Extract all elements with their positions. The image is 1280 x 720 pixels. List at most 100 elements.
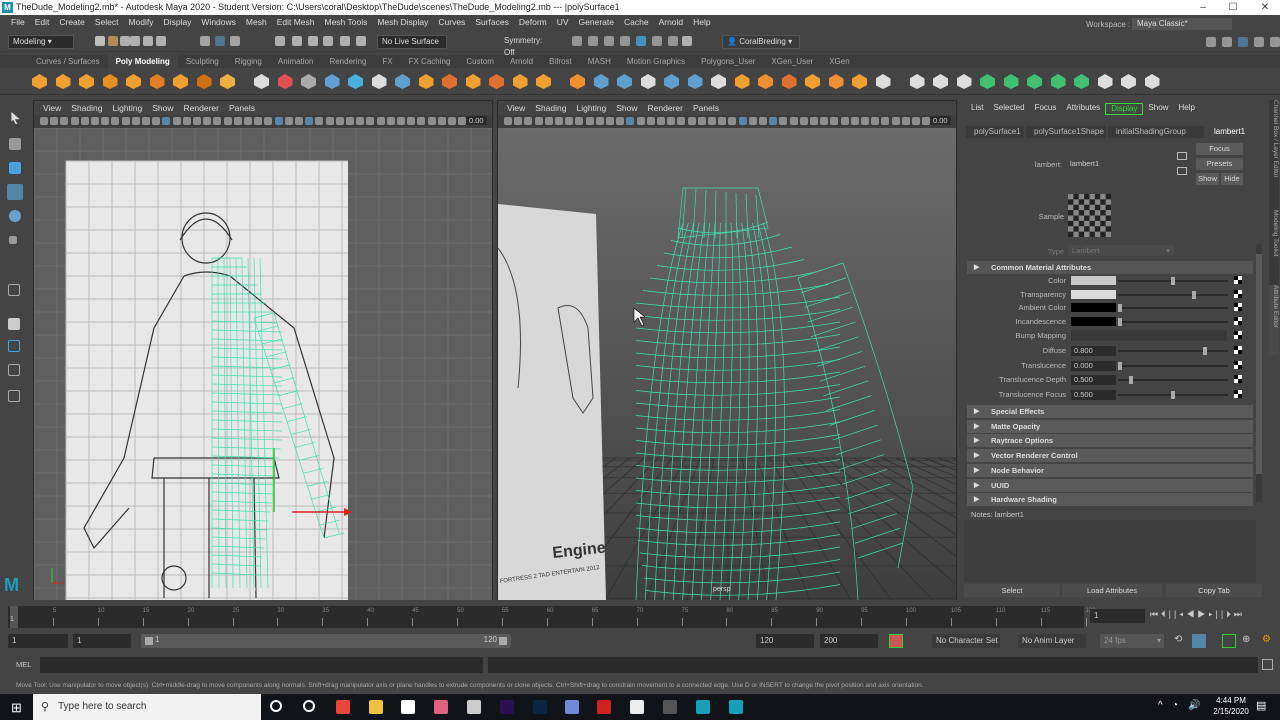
playback-start-field[interactable]: 1 (73, 634, 131, 648)
status-tool-icon[interactable] (356, 36, 366, 46)
shelf-tab[interactable]: Rendering (321, 55, 374, 68)
section-common-material-attributes[interactable]: Common Material Attributes (967, 261, 1253, 274)
status-tool-icon[interactable] (120, 36, 130, 46)
status-tool-icon[interactable] (652, 36, 662, 46)
network-icon[interactable]: ◔ (1172, 700, 1178, 711)
fps-dropdown[interactable]: 24 fps ▾ (1100, 634, 1164, 648)
character-set-dropdown[interactable]: No Character Set (932, 634, 1000, 648)
taskbar-app-icon[interactable] (336, 700, 350, 714)
shelf-tool-icon[interactable] (196, 74, 212, 89)
panel-toolbar-icon[interactable] (677, 117, 686, 125)
input-connection-icon[interactable] (1177, 152, 1187, 160)
sound-icon[interactable] (1222, 634, 1236, 648)
prefs-icon[interactable]: ⊕ (1242, 634, 1250, 645)
panel-menu-show[interactable]: Show (611, 101, 642, 115)
outliner-layout-icon[interactable] (8, 364, 20, 376)
command-input[interactable] (40, 657, 483, 673)
attr-scrollbar[interactable] (1256, 244, 1262, 502)
status-tool-icon[interactable] (1254, 37, 1264, 47)
status-tool-icon[interactable] (668, 36, 678, 46)
panel-toolbar-icon[interactable] (891, 117, 900, 125)
map-button-icon[interactable] (1234, 290, 1242, 298)
attr-tab-initialshadinggroup[interactable]: initialShadingGroup (1108, 126, 1204, 138)
exposure-value[interactable]: 0.00 (466, 116, 487, 125)
slider-handle[interactable] (1118, 318, 1122, 326)
playback-button-icon[interactable]: |◂ (1174, 609, 1186, 619)
map-button-icon[interactable] (1234, 303, 1242, 311)
attr-slider[interactable] (1118, 362, 1228, 370)
shelf-tab[interactable]: Custom (458, 55, 502, 68)
panel-toolbar-icon[interactable] (861, 117, 869, 125)
shelf-tool-icon[interactable] (1003, 74, 1019, 89)
playback-end-field[interactable]: 120 (756, 634, 814, 648)
taskbar-app-icon[interactable] (500, 700, 514, 714)
panel-toolbar-icon[interactable] (667, 117, 676, 125)
range-start-handle[interactable] (145, 637, 153, 645)
panel-toolbar-icon[interactable] (555, 117, 563, 125)
panel-toolbar-icon[interactable] (458, 117, 467, 125)
taskbar-app-icon[interactable] (434, 700, 448, 714)
shelf-tool-icon[interactable] (875, 74, 891, 89)
attr-slider[interactable] (1118, 291, 1228, 299)
panel-toolbar-icon[interactable] (881, 117, 890, 125)
menu-mesh-tools[interactable]: Mesh Tools (320, 15, 373, 30)
menu-generate[interactable]: Generate (574, 15, 619, 30)
panel-toolbar-icon[interactable] (295, 117, 303, 125)
panel-toolbar-icon[interactable] (871, 117, 880, 125)
hide-button[interactable]: Hide (1221, 173, 1243, 185)
shelf-tab[interactable]: Rigging (227, 55, 270, 68)
shelf-tool-icon[interactable] (536, 74, 551, 89)
taskbar-search[interactable]: ⚲ Type here to search (33, 694, 261, 720)
shelf-tool-icon[interactable] (418, 74, 434, 89)
symmetry-dropdown[interactable]: Symmetry: Off (500, 35, 550, 57)
panel-toolbar-icon[interactable] (254, 117, 263, 125)
panel-toolbar-icon[interactable] (738, 117, 747, 125)
attr-slider[interactable] (1118, 376, 1228, 384)
current-frame-field[interactable]: 1 (1090, 609, 1145, 623)
rotate-tool-icon[interactable] (9, 210, 21, 222)
shelf-tab[interactable]: FX Caching (401, 55, 459, 68)
taskbar-app-icon[interactable] (663, 700, 677, 714)
panel-toolbar-icon[interactable] (427, 117, 436, 125)
menu-modify[interactable]: Modify (124, 15, 159, 30)
status-tool-icon[interactable] (1238, 37, 1248, 47)
panel-toolbar-icon[interactable] (437, 117, 446, 125)
shelf-tool-icon[interactable] (1097, 74, 1113, 89)
menu-help[interactable]: Help (688, 15, 715, 30)
shelf-tab[interactable]: Motion Graphics (619, 55, 693, 68)
status-tool-icon[interactable] (588, 36, 598, 46)
attr-tab-polysurface1shape[interactable]: polySurface1Shape (1026, 126, 1106, 138)
panel-toolbar-icon[interactable] (397, 117, 405, 125)
panel-menu-lighting[interactable]: Lighting (107, 101, 147, 115)
section-vector-renderer-control[interactable]: Vector Renderer Control (967, 449, 1253, 463)
shelf-tab[interactable]: Curves / Surfaces (28, 55, 108, 68)
attr-slider[interactable] (1118, 318, 1228, 326)
playback-button-icon[interactable]: ▶ (1197, 609, 1208, 619)
panel-toolbar-icon[interactable] (708, 117, 716, 125)
attr-value-field[interactable]: 0.500 (1071, 375, 1116, 385)
panel-toolbar-icon[interactable] (111, 117, 120, 125)
panel-toolbar-icon[interactable] (575, 117, 584, 125)
shelf-tool-icon[interactable] (805, 74, 820, 89)
panel-toolbar-icon[interactable] (274, 117, 283, 125)
script-editor-icon[interactable] (1262, 659, 1273, 670)
taskbar-app-icon[interactable] (533, 700, 547, 714)
playback-button-icon[interactable]: ⏴| (1161, 609, 1174, 619)
menu-mesh[interactable]: Mesh (241, 15, 272, 30)
output-connection-icon[interactable] (1177, 167, 1187, 175)
select-tool-icon[interactable] (11, 112, 20, 124)
panel-menu-view[interactable]: View (502, 101, 530, 115)
playback-button-icon[interactable]: ▸| (1208, 609, 1220, 619)
playback-button-icon[interactable]: |⏵ (1221, 609, 1234, 619)
panel-toolbar-icon[interactable] (366, 117, 375, 125)
panel-toolbar-icon[interactable] (636, 117, 645, 125)
shelf-tool-icon[interactable] (781, 74, 797, 89)
menu-surfaces[interactable]: Surfaces (470, 15, 514, 30)
time-slider[interactable]: 1 5 10 15 20 25 30 35 40 45 50 55 60 65 70 75 80 85 90 95 1… (0, 603, 1280, 629)
shelf-tool-icon[interactable] (371, 74, 387, 89)
shelf-tab[interactable]: Arnold (502, 55, 541, 68)
panel-menu-lighting[interactable]: Lighting (571, 101, 611, 115)
panel-toolbar-icon[interactable] (233, 117, 242, 125)
panel-toolbar-icon[interactable] (697, 117, 706, 125)
attr-menu-list[interactable]: List (966, 103, 988, 115)
